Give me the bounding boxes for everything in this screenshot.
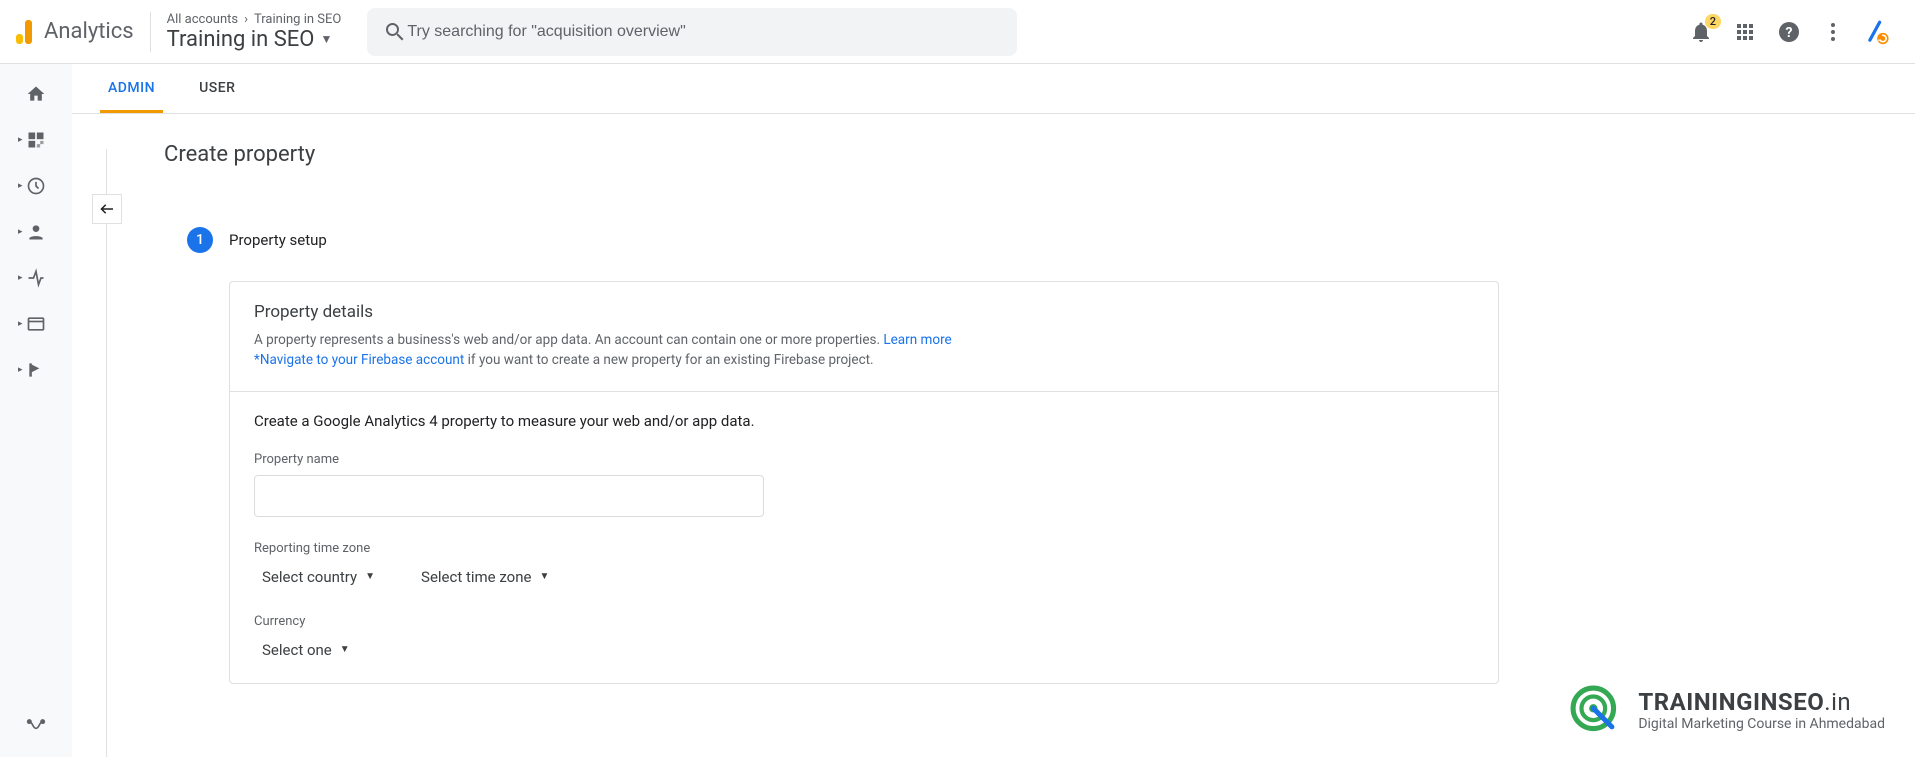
property-name-input[interactable] [254,475,764,517]
apps-icon[interactable] [1733,20,1757,44]
caret-down-icon: ▼ [320,32,332,46]
firebase-link[interactable]: *Navigate to your Firebase account [254,352,464,368]
header-icons: 2 ? [1689,19,1899,45]
currency-dropdown-label: Select one [262,641,332,659]
header: Analytics All accounts › Training in SEO… [0,0,1915,64]
timezone-dropdown-label: Select time zone [421,568,531,586]
breadcrumb: All accounts › Training in SEO [167,12,342,27]
rail-dashboard-icon[interactable]: ▸ [16,128,56,152]
account-title-row[interactable]: Training in SEO ▼ [167,27,342,52]
rail-audience-icon[interactable]: ▸ [16,220,56,244]
step-title: Property setup [229,231,327,249]
property-name-label: Property name [254,452,1474,467]
watermark-target-icon [1568,683,1622,737]
account-selector[interactable]: All accounts › Training in SEO Training … [151,12,358,52]
country-dropdown[interactable]: Select country ▼ [254,564,383,590]
step-header: 1 Property setup [187,227,1915,253]
breadcrumb-property: Training in SEO [254,12,341,27]
logo-block: Analytics [16,12,151,52]
rail-conversions-icon[interactable]: ▸ [16,358,56,382]
search-icon [383,20,407,44]
property-form-section: Create a Google Analytics 4 property to … [230,391,1498,683]
search-input[interactable] [407,23,1001,41]
rail-behavior-icon[interactable]: ▸ [16,312,56,336]
chevron-right-icon: › [244,12,248,27]
timezone-label: Reporting time zone [254,541,1474,556]
property-details-desc: A property represents a business's web a… [254,330,1474,371]
content: ADMIN USER Create property 1 Property se… [72,64,1915,757]
caret-down-icon: ▼ [340,644,350,655]
timezone-dropdown[interactable]: Select time zone ▼ [413,564,557,590]
property-details-section: Property details A property represents a… [230,282,1498,391]
rail-attribution-icon[interactable] [16,713,56,737]
extension-icon[interactable] [1865,19,1891,45]
stepper-line [106,149,107,757]
account-title: Training in SEO [167,27,315,52]
caret-down-icon: ▼ [539,571,549,582]
learn-more-link[interactable]: Learn more [883,332,951,348]
help-icon[interactable]: ? [1777,20,1801,44]
firebase-tail-text: if you want to create a new property for… [464,352,873,368]
rail-acquisition-icon[interactable]: ▸ [16,266,56,290]
ga4-line: Create a Google Analytics 4 property to … [254,412,1474,430]
notification-badge: 2 [1705,14,1721,29]
watermark-subtitle: Digital Marketing Course in Ahmedabad [1638,716,1885,732]
left-rail: ▸ ▸ ▸ ▸ ▸ ▸ [0,64,72,757]
svg-text:?: ? [1786,25,1793,41]
analytics-logo-icon [16,20,32,44]
notifications-icon[interactable]: 2 [1689,20,1713,44]
tab-user[interactable]: USER [191,64,243,113]
watermark: TRAININGINSEO.in Digital Marketing Cours… [1568,683,1885,737]
country-dropdown-label: Select country [262,568,357,586]
tab-admin[interactable]: ADMIN [100,64,163,113]
currency-dropdown[interactable]: Select one ▼ [254,637,358,663]
property-details-title: Property details [254,302,1474,322]
breadcrumb-all: All accounts [167,12,238,27]
details-desc-text: A property represents a business's web a… [254,332,883,348]
more-vert-icon[interactable] [1821,20,1845,44]
main-area: Create property 1 Property setup Propert… [72,114,1915,757]
back-button[interactable] [92,194,122,224]
caret-down-icon: ▼ [365,571,375,582]
tabs: ADMIN USER [72,64,1915,114]
search-box[interactable] [367,8,1017,56]
step-number-badge: 1 [187,227,213,253]
currency-label: Currency [254,614,1474,629]
page-title: Create property [164,142,1915,167]
rail-home-icon[interactable] [16,82,56,106]
app-name: Analytics [44,19,134,44]
property-card: Property details A property represents a… [229,281,1499,684]
rail-realtime-icon[interactable]: ▸ [16,174,56,198]
watermark-title: TRAININGINSEO.in [1638,688,1885,716]
